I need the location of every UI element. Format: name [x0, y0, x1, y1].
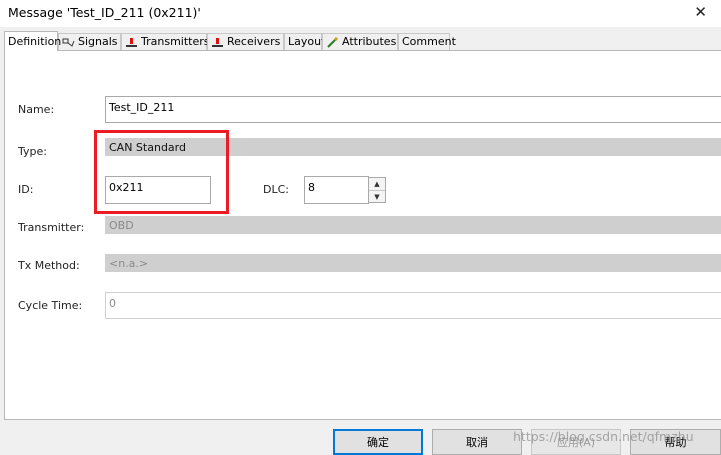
tab-layout[interactable]: Layout [284, 33, 326, 50]
dlc-field[interactable]: 8 [304, 176, 369, 204]
title-bar: Message 'Test_ID_211 (0x211)' ✕ [0, 0, 721, 27]
transmitter-icon [125, 37, 138, 48]
tab-receivers[interactable]: Receivers [207, 33, 284, 50]
tab-attributes[interactable]: Attributes [322, 33, 398, 50]
watermark: https://blog.csdn.net/qfmzhu [513, 429, 694, 444]
dlc-label: DLC: [263, 183, 289, 196]
transmitter-label: Transmitter: [18, 221, 85, 234]
id-field[interactable]: 0x211 [105, 176, 211, 204]
tab-label: Attributes [342, 35, 397, 48]
tab-label: Layout [288, 35, 326, 48]
tx-method-label: Tx Method: [18, 259, 80, 272]
signals-icon [62, 37, 75, 48]
ok-button[interactable]: 确定 [333, 429, 423, 455]
spin-up-icon[interactable]: ▲ [369, 178, 385, 191]
cycle-time-field: 0 [105, 292, 721, 319]
tx-method-field: <n.a.> [105, 254, 721, 272]
tab-definition[interactable]: Definition [4, 31, 62, 51]
tab-label: Transmitters [141, 35, 210, 48]
attributes-icon [326, 36, 339, 48]
tab-label: Receivers [227, 35, 281, 48]
cancel-button[interactable]: 取消 [432, 429, 522, 455]
receiver-icon [211, 37, 224, 48]
close-icon[interactable]: ✕ [694, 3, 707, 21]
name-label: Name: [18, 103, 55, 116]
tab-transmitters[interactable]: Transmitters [121, 33, 210, 50]
tab-signals[interactable]: Signals [58, 33, 121, 50]
tab-label: Comment [402, 35, 456, 48]
type-field: CAN Standard [105, 138, 721, 156]
spin-down-icon[interactable]: ▼ [369, 191, 385, 203]
name-field[interactable]: Test_ID_211 [105, 96, 721, 123]
tab-label: Signals [78, 35, 118, 48]
dlc-stepper[interactable]: ▲ ▼ [368, 177, 386, 203]
cycle-time-label: Cycle Time: [18, 299, 83, 312]
window-title: Message 'Test_ID_211 (0x211)' [8, 5, 201, 20]
transmitter-field: OBD [105, 216, 721, 234]
type-label: Type: [18, 145, 47, 158]
tab-comment[interactable]: Comment [398, 33, 456, 50]
id-label: ID: [18, 183, 34, 196]
tab-label: Definition [8, 34, 62, 48]
